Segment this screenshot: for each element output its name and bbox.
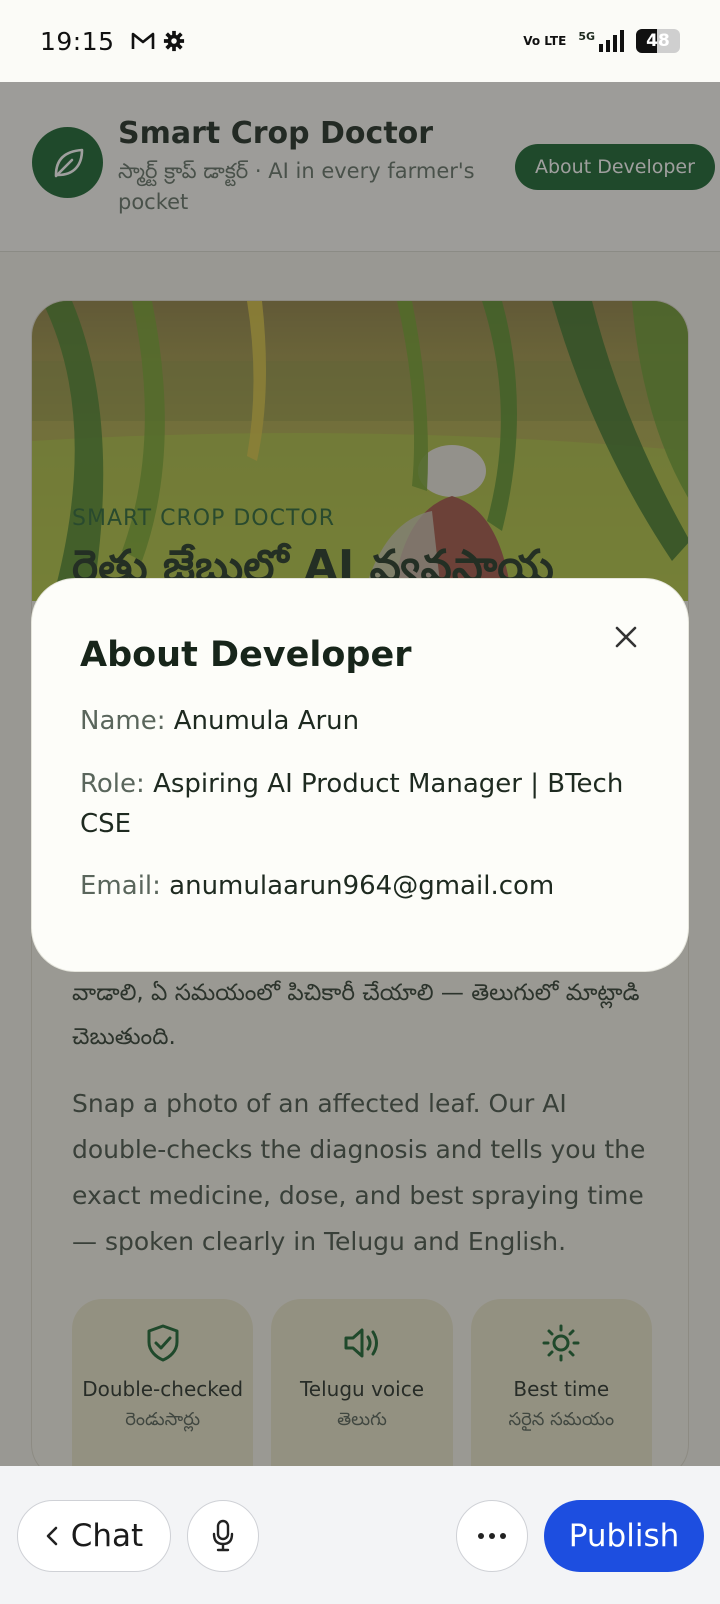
volte-indicator: Vo LTE: [523, 34, 567, 48]
microphone-icon: [212, 1519, 234, 1552]
developer-name: Anumula Arun: [173, 706, 360, 736]
more-icon: [478, 1533, 506, 1539]
gmail-icon: [131, 31, 155, 51]
developer-name-row: Name: Anumula Arun: [80, 701, 640, 741]
developer-role-row: Role: Aspiring AI Product Manager | BTec…: [80, 764, 640, 844]
settings-icon: [163, 30, 185, 52]
role-label: Role:: [80, 769, 145, 799]
microphone-button[interactable]: [187, 1500, 259, 1572]
status-bar: 19:15 Vo LTE 5G 48: [0, 0, 720, 82]
battery-icon: 48: [636, 29, 680, 53]
more-options-button[interactable]: [456, 1500, 528, 1572]
name-label: Name:: [80, 706, 166, 736]
developer-role: Aspiring AI Product Manager | BTech CSE: [80, 769, 624, 839]
battery-level: 48: [646, 31, 670, 51]
chat-button[interactable]: Chat: [17, 1500, 171, 1572]
developer-email[interactable]: anumulaarun964@gmail.com: [169, 871, 554, 901]
publish-button[interactable]: Publish: [544, 1500, 704, 1572]
about-developer-dialog: About Developer Name: Anumula Arun Role:…: [31, 578, 689, 972]
close-icon[interactable]: [604, 615, 648, 659]
email-label: Email:: [80, 871, 161, 901]
dialog-title: About Developer: [80, 635, 412, 675]
status-time: 19:15: [40, 26, 115, 56]
chat-label: Chat: [70, 1518, 144, 1554]
developer-email-row: Email: anumulaarun964@gmail.com: [80, 866, 640, 906]
bottom-action-bar: Chat Publish: [0, 1466, 720, 1604]
signal-icon: 5G: [578, 30, 624, 52]
network-type-label: 5G: [578, 30, 595, 43]
chevron-left-icon: [46, 1526, 58, 1546]
